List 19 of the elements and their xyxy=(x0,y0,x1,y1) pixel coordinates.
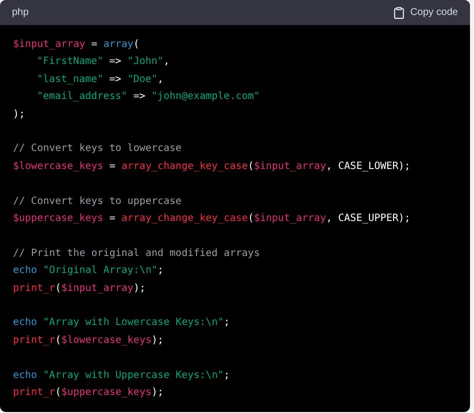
code-line: print_r($lowercase_keys); xyxy=(13,334,165,348)
code-line: echo "Original Array:\n"; xyxy=(13,264,165,278)
code-line: print_r($uppercase_keys); xyxy=(13,386,165,400)
code-line: ); xyxy=(13,108,26,122)
clipboard-icon xyxy=(394,6,404,18)
code-line: $lowercase_keys = array_change_key_case($input_array, CASE_LOWER); xyxy=(13,160,412,174)
code-line: "FirstName" => "John", xyxy=(36,55,170,70)
code-line: echo "Array with Uppercase Keys:\n"; xyxy=(13,368,231,383)
code-line: $uppercase_keys = array_change_key_case($input_array, CASE_UPPER); xyxy=(13,212,412,226)
copy-code-button[interactable]: Copy code xyxy=(394,5,458,20)
code-line: "email_address" => "john@example.com" xyxy=(36,90,261,104)
code-line: echo "Array with Lowercase Keys:\n"; xyxy=(13,316,231,330)
code-line: print_r($input_array); xyxy=(13,282,146,296)
code-line: // Convert keys to lowercase xyxy=(13,142,183,156)
language-label: php xyxy=(12,6,29,20)
code-line: // Convert keys to uppercase xyxy=(13,194,183,209)
code-line: // Print the original and modified arrays xyxy=(13,246,261,261)
code-line: "last_name" => "Doe", xyxy=(36,72,164,87)
code-line: $input_array = array( xyxy=(13,38,140,52)
